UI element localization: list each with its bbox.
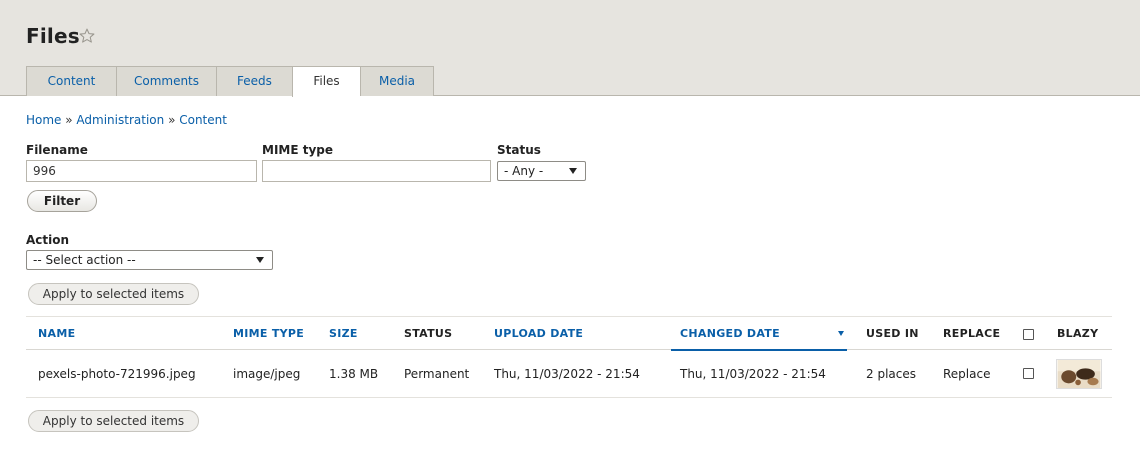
tab-media[interactable]: Media — [360, 66, 434, 96]
apply-to-selected-button-bottom[interactable]: Apply to selected items — [28, 410, 199, 432]
chevron-down-icon — [256, 257, 264, 263]
files-table: NAME MIME TYPE SIZE STATUS UPLOAD DATE C… — [26, 316, 1112, 398]
filter-button[interactable]: Filter — [27, 190, 97, 212]
mime-type-label: MIME type — [262, 143, 334, 157]
chevron-down-icon — [569, 168, 577, 174]
breadcrumb-separator: » — [65, 113, 77, 127]
replace-link[interactable]: Replace — [943, 367, 990, 381]
breadcrumb-home[interactable]: Home — [26, 113, 61, 127]
tab-content[interactable]: Content — [26, 66, 116, 96]
breadcrumb-content[interactable]: Content — [179, 113, 227, 127]
apply-to-selected-button-top[interactable]: Apply to selected items — [28, 283, 199, 305]
table-header: NAME MIME TYPE SIZE STATUS UPLOAD DATE C… — [26, 316, 1112, 351]
column-size[interactable]: SIZE — [329, 327, 358, 340]
select-all-checkbox[interactable] — [1023, 329, 1034, 340]
used-in-link[interactable]: 2 places — [866, 367, 916, 381]
column-blazy: BLAZY — [1057, 327, 1099, 340]
breadcrumb-administration[interactable]: Administration — [76, 113, 164, 127]
primary-tabs: Content Comments Feeds Files Media — [26, 66, 434, 97]
file-changed-date: Thu, 11/03/2022 - 21:54 — [680, 367, 826, 381]
breadcrumb: Home » Administration » Content — [26, 113, 227, 127]
tab-files[interactable]: Files — [292, 66, 360, 97]
file-mime: image/jpeg — [233, 367, 301, 381]
action-select[interactable]: -- Select action -- — [26, 250, 273, 270]
file-size: 1.38 MB — [329, 367, 379, 381]
column-changed-date[interactable]: CHANGED DATE — [680, 327, 780, 340]
table-row: pexels-photo-721996.jpeg image/jpeg 1.38… — [26, 350, 1112, 398]
column-used-in: USED IN — [866, 327, 919, 340]
image-thumbnail[interactable] — [1056, 359, 1102, 389]
tab-comments[interactable]: Comments — [116, 66, 216, 96]
page-title: Files — [26, 24, 80, 48]
action-label: Action — [26, 233, 70, 247]
file-upload-date: Thu, 11/03/2022 - 21:54 — [494, 367, 640, 381]
filename-input[interactable]: 996 — [26, 160, 257, 182]
column-mime-type[interactable]: MIME TYPE — [233, 327, 304, 340]
column-replace: REPLACE — [943, 327, 1001, 340]
page-header: Files Content Comments Feeds Files Media — [0, 0, 1140, 97]
column-upload-date[interactable]: UPLOAD DATE — [494, 327, 583, 340]
file-status: Permanent — [404, 367, 470, 381]
sort-descending-icon — [838, 331, 844, 336]
file-name-link[interactable]: pexels-photo-721996.jpeg — [38, 367, 196, 381]
status-select[interactable]: - Any - — [497, 161, 586, 181]
mime-type-input[interactable] — [262, 160, 491, 182]
tab-feeds[interactable]: Feeds — [216, 66, 292, 96]
column-status: STATUS — [404, 327, 453, 340]
status-label: Status — [497, 143, 541, 157]
row-select-checkbox[interactable] — [1023, 368, 1034, 379]
filename-label: Filename — [26, 143, 88, 157]
breadcrumb-separator: » — [168, 113, 180, 127]
column-name[interactable]: NAME — [38, 327, 75, 340]
star-outline-icon[interactable] — [78, 27, 96, 45]
